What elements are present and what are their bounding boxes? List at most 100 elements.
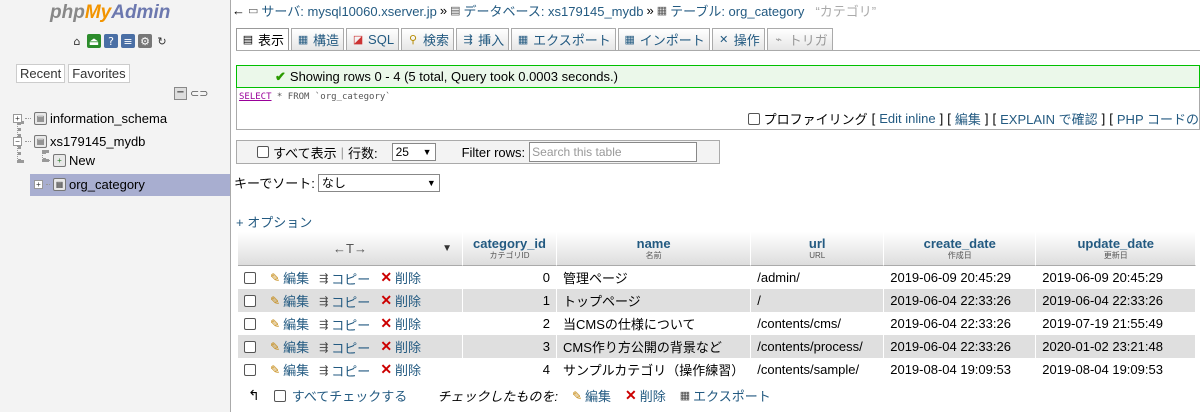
cell-update-date[interactable]: 2019-08-04 19:09:53 [1036, 358, 1197, 381]
show-all-checkbox[interactable] [257, 146, 269, 158]
settings-icon[interactable]: ⚙ [138, 34, 152, 48]
cell-name[interactable]: サンプルカテゴリ（操作練習） [557, 358, 752, 381]
cell-url[interactable]: / [751, 289, 885, 312]
table-row[interactable]: ✎ 編集 ⇶ コピー ✕ 削除 3 CMS作り方公開の背景など/contents/proces… [238, 335, 1197, 358]
cell-create-date[interactable]: 2019-06-04 22:33:26 [884, 335, 1037, 358]
row-delete-button[interactable]: ✕ 削除 [380, 291, 421, 310]
tree-item-label[interactable]: information_schema [50, 111, 167, 126]
tree-item-label[interactable]: New [69, 153, 95, 168]
tab-insert[interactable]: ⇶ 挿入 [456, 28, 510, 50]
bulk-edit-button[interactable]: ✎ 編集 [572, 386, 611, 405]
row-delete-button[interactable]: ✕ 削除 [380, 360, 421, 379]
row-edit-button[interactable]: ✎ 編集 [270, 291, 309, 310]
cell-category-id[interactable]: 2 [463, 312, 557, 335]
help-icon[interactable]: ? [104, 34, 118, 48]
row-copy-button[interactable]: ⇶ コピー [319, 338, 370, 357]
sql-query-text[interactable]: SELECT * FROM `org_category` [239, 92, 391, 102]
cell-category-id[interactable]: 1 [463, 289, 557, 312]
cell-category-id[interactable]: 0 [463, 266, 557, 289]
expand-icon[interactable]: + [13, 113, 22, 123]
tree-item-xs179145-mydb[interactable]: − ▤ xs179145_mydb [13, 131, 145, 151]
row-checkbox[interactable] [244, 272, 256, 285]
back-arrow-icon[interactable]: ← [232, 3, 245, 18]
cell-category-id[interactable]: 3 [463, 335, 557, 358]
row-edit-button[interactable]: ✎ 編集 [270, 314, 309, 333]
cell-update-date[interactable]: 2019-06-09 20:45:29 [1036, 266, 1197, 289]
docs-icon[interactable]: ≡ [121, 34, 135, 48]
rows-select[interactable]: 25 ▼ [391, 143, 436, 161]
profiling-checkbox[interactable] [747, 112, 760, 125]
bulk-export-button[interactable]: ▦ エクスポート [680, 386, 771, 405]
cell-create-date[interactable]: 2019-06-04 22:33:26 [884, 312, 1037, 335]
phpmyadmin-logo[interactable]: phpMyAdmin [50, 2, 170, 24]
cell-url[interactable]: /contents/process/ [751, 335, 885, 358]
check-all-link[interactable]: すべてチェックする [292, 386, 408, 405]
tree-item-label[interactable]: xs179145_mydb [50, 134, 145, 149]
tab-triggers[interactable]: ⌁ トリガ [766, 28, 833, 50]
row-edit-button[interactable]: ✎ 編集 [270, 337, 309, 356]
breadcrumb-database[interactable]: データベース: xs179145_mydb [463, 1, 643, 20]
breadcrumb-table[interactable]: テーブル: org_category [670, 1, 804, 20]
cell-name[interactable]: 管理ページ [557, 266, 752, 289]
expand-icon[interactable]: + [34, 179, 43, 189]
cell-name[interactable]: 当CMSの仕様について [557, 312, 752, 335]
row-checkbox[interactable] [244, 295, 256, 308]
row-delete-button[interactable]: ✕ 削除 [380, 268, 421, 287]
tree-item-org-category[interactable]: + ▦ org_category [34, 174, 145, 194]
cell-update-date[interactable]: 2019-07-19 21:55:49 [1036, 312, 1197, 335]
column-header-name[interactable]: name 名前 [557, 232, 752, 266]
row-copy-button[interactable]: ⇶ コピー [319, 315, 370, 334]
cell-url[interactable]: /contents/sample/ [751, 358, 885, 381]
tab-recent[interactable]: Recent [16, 64, 66, 83]
cell-create-date[interactable]: 2019-06-04 22:33:26 [884, 289, 1037, 312]
cell-url[interactable]: /admin/ [751, 266, 885, 289]
column-header-url[interactable]: url URL [751, 232, 885, 266]
column-header-update-date[interactable]: update_date 更新日 [1036, 232, 1197, 266]
php-code-link[interactable]: PHP コードの [1117, 109, 1199, 128]
check-all-checkbox[interactable] [273, 389, 286, 402]
row-checkbox[interactable] [244, 318, 256, 331]
table-row[interactable]: ✎ 編集 ⇶ コピー ✕ 削除 4 サンプルカテゴリ（操作練習）/contents/sampl… [238, 358, 1197, 381]
tree-item-information-schema[interactable]: + ▤ information_schema [13, 108, 167, 128]
reload-icon[interactable]: ↻ [155, 34, 169, 48]
tab-browse[interactable]: ▤ 表示 [236, 28, 290, 50]
tree-item-label[interactable]: org_category [69, 177, 145, 192]
bulk-delete-button[interactable]: ✕ 削除 [625, 386, 666, 405]
filter-rows-input[interactable]: Search this table [529, 142, 698, 162]
column-resize-header[interactable]: ←T→ ▼ [238, 232, 463, 266]
cell-category-id[interactable]: 4 [463, 358, 557, 381]
breadcrumb-server[interactable]: サーバ: mysql10060.xserver.jp [261, 1, 436, 20]
tab-search[interactable]: ⚲ 検索 [401, 28, 455, 50]
row-edit-button[interactable]: ✎ 編集 [270, 268, 309, 287]
tab-import[interactable]: ▦ インポート [617, 28, 710, 50]
cell-name[interactable]: トップページ [557, 289, 752, 312]
row-delete-button[interactable]: ✕ 削除 [380, 314, 421, 333]
table-row[interactable]: ✎ 編集 ⇶ コピー ✕ 削除 0 管理ページ/admin/2019-06-09 20:45:… [238, 266, 1197, 289]
row-checkbox[interactable] [244, 341, 256, 354]
cell-update-date[interactable]: 2020-01-02 23:21:48 [1036, 335, 1197, 358]
row-delete-button[interactable]: ✕ 削除 [380, 337, 421, 356]
chevron-down-icon[interactable]: ▼ [442, 242, 452, 256]
options-link[interactable]: + オプション [236, 212, 312, 231]
table-row[interactable]: ✎ 編集 ⇶ コピー ✕ 削除 1 トップページ/2019-06-04 22:33:26 201… [238, 289, 1197, 312]
sort-key-select[interactable]: なし ▼ [317, 173, 440, 192]
exit-icon[interactable]: ⏏ [87, 34, 101, 48]
explain-link[interactable]: EXPLAIN で確認 [1000, 109, 1098, 128]
cell-update-date[interactable]: 2019-06-04 22:33:26 [1036, 289, 1197, 312]
link-icon[interactable]: ⊂⊃ [190, 87, 208, 100]
tab-sql[interactable]: ◪ SQL [346, 28, 400, 50]
tab-favorites[interactable]: Favorites [68, 64, 130, 83]
row-copy-button[interactable]: ⇶ コピー [319, 361, 370, 380]
row-checkbox[interactable] [244, 364, 256, 377]
collapse-icon[interactable]: − [13, 136, 22, 146]
column-header-create-date[interactable]: create_date 作成日 [884, 232, 1037, 266]
table-row[interactable]: ✎ 編集 ⇶ コピー ✕ 削除 2 当CMSの仕様について/contents/cms/2019… [238, 312, 1197, 335]
tab-structure[interactable]: ▦ 構造 [291, 28, 345, 50]
cell-name[interactable]: CMS作り方公開の背景など [557, 335, 752, 358]
collapse-all-icon[interactable]: − [174, 87, 187, 100]
tab-export[interactable]: ▦ エクスポート [511, 28, 616, 50]
cell-create-date[interactable]: 2019-08-04 19:09:53 [884, 358, 1037, 381]
cell-create-date[interactable]: 2019-06-09 20:45:29 [884, 266, 1037, 289]
row-edit-button[interactable]: ✎ 編集 [270, 360, 309, 379]
cell-url[interactable]: /contents/cms/ [751, 312, 885, 335]
